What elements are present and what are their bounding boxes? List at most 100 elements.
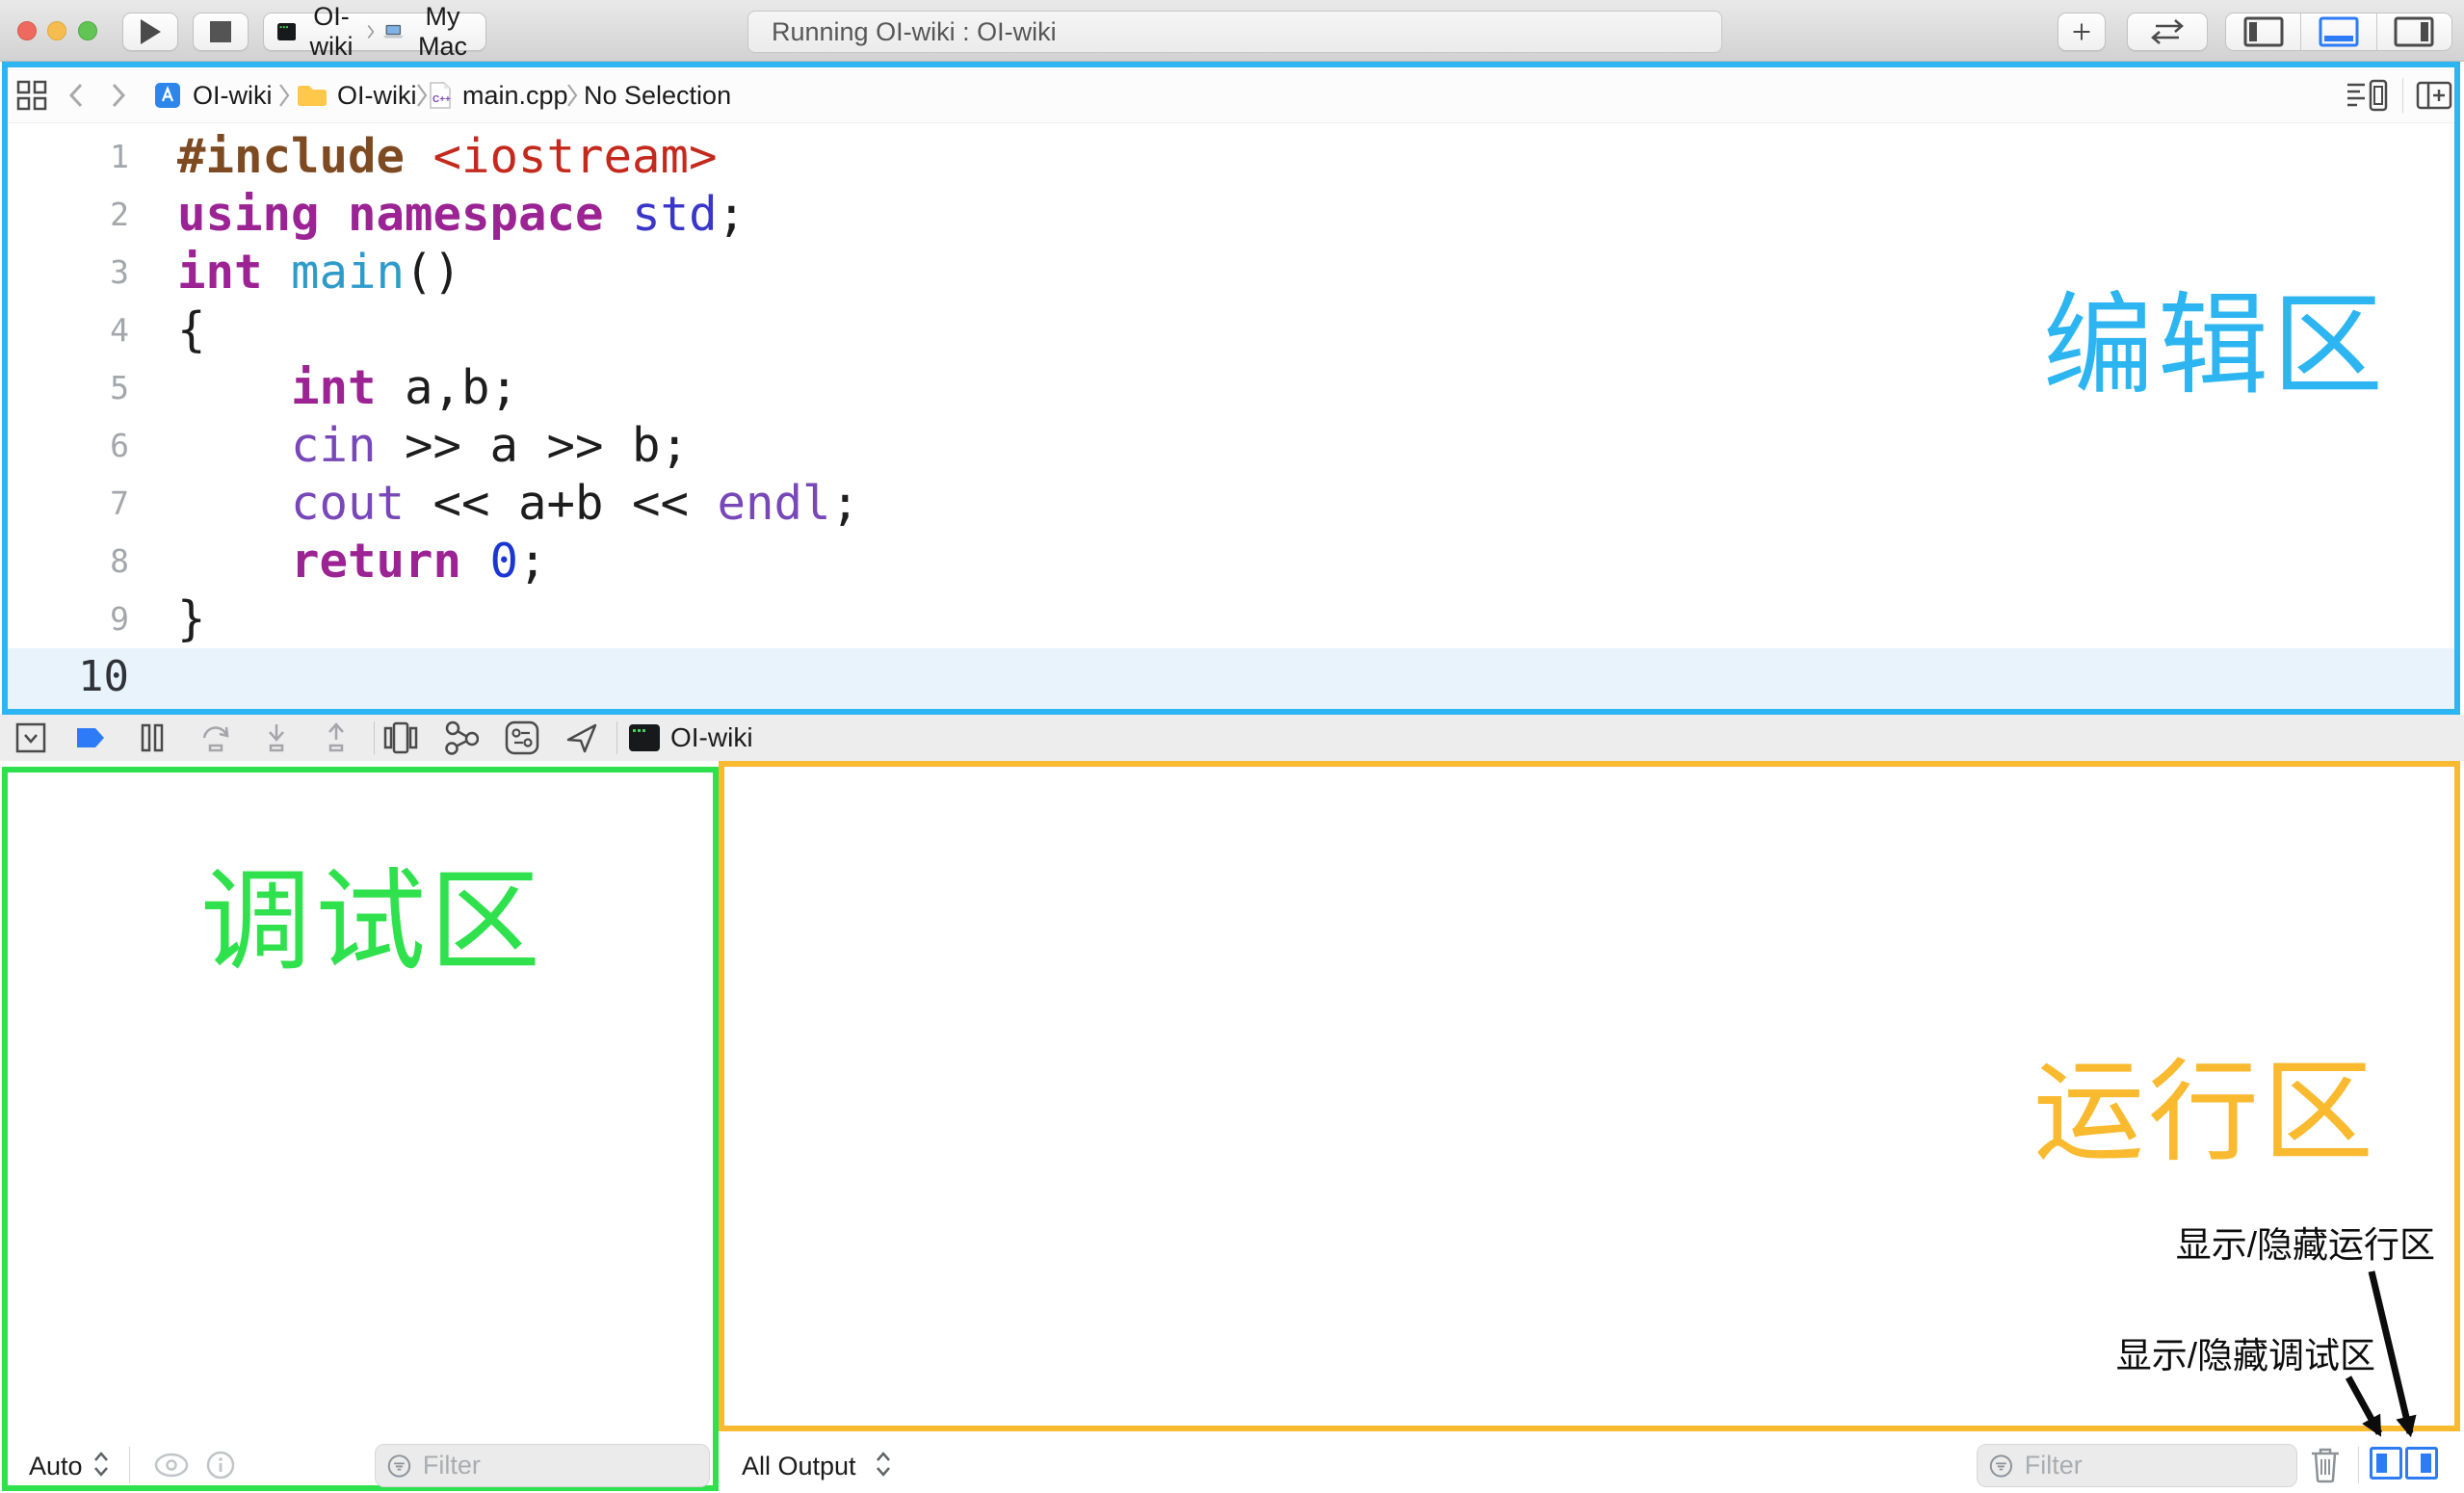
stop-button[interactable] (193, 13, 249, 51)
trash-icon (2308, 1445, 2343, 1483)
minimap-icon (2346, 79, 2388, 112)
pause-continue-button[interactable] (135, 715, 170, 761)
hide-debug-area-button[interactable] (13, 715, 48, 761)
console-area-annotation: 运行区 (2033, 1023, 2377, 1183)
console-output-selector[interactable]: All Output (742, 1452, 856, 1481)
toolbar-divider (616, 721, 617, 754)
bar-divider (2358, 1447, 2359, 1483)
console-filter-input[interactable] (2023, 1450, 2285, 1481)
xcode-project-icon (154, 82, 181, 109)
stop-icon (210, 21, 231, 42)
xcode-window: OI-wiki My Mac Running OI-wiki : OI-wiki (0, 0, 2464, 1493)
breadcrumb-folder[interactable]: OI-wiki (337, 67, 417, 123)
code-line-10[interactable]: 10 (8, 648, 2454, 709)
folder-icon (296, 83, 327, 108)
line-number: 10 (8, 648, 129, 706)
jumpbar-divider (2402, 78, 2403, 113)
debug-variables-area: 调试区 (2, 767, 719, 1491)
info-button[interactable] (206, 1451, 235, 1484)
line-number: 2 (8, 186, 129, 244)
clear-console-button[interactable] (2308, 1445, 2343, 1488)
code-line-6[interactable]: 6 cin >> a >> b; (8, 417, 2454, 475)
activity-viewer: Running OI-wiki : OI-wiki (747, 11, 1722, 53)
cpp-file-icon: C++ (429, 81, 452, 110)
breadcrumb-file[interactable]: main.cpp (462, 67, 568, 123)
minimize-window-button[interactable] (47, 21, 66, 40)
add-editor-button[interactable] (2416, 67, 2452, 123)
step-into-button[interactable] (259, 715, 294, 761)
debug-view-hierarchy-button[interactable] (383, 715, 418, 761)
breadcrumb-file-icon[interactable]: C++ (429, 67, 452, 123)
terminal-scheme-icon (277, 18, 296, 45)
variables-scope-selector[interactable]: Auto (29, 1452, 83, 1481)
process-name-label[interactable]: OI-wiki (670, 715, 753, 761)
step-over-button[interactable] (198, 715, 233, 761)
editor-area-annotation: 编辑区 (2043, 256, 2387, 416)
right-panel-icon (2394, 16, 2434, 47)
bar-divider (129, 1447, 130, 1483)
window-titlebar: OI-wiki My Mac Running OI-wiki : OI-wiki (0, 0, 2464, 62)
variables-filter-input[interactable] (421, 1450, 697, 1481)
line-number: 6 (8, 417, 129, 475)
code-line-9[interactable]: 9} (8, 590, 2454, 648)
related-items-grid-icon (15, 79, 48, 112)
scheme-selector[interactable]: OI-wiki My Mac (263, 13, 486, 51)
scope-selector-chevrons-icon[interactable] (92, 1450, 110, 1483)
show-hide-console-view-button[interactable] (2405, 1447, 2438, 1480)
step-into-icon (260, 722, 293, 753)
dock-chevron-icon (15, 722, 46, 753)
toggle-inspector-button[interactable] (2376, 13, 2451, 50)
toggle-navigator-button[interactable] (2226, 13, 2300, 50)
source-editor[interactable]: 1#include <iostream>2using namespace std… (8, 123, 2454, 709)
environment-overrides-button[interactable] (505, 715, 539, 761)
breadcrumb-selection[interactable]: No Selection (584, 67, 731, 123)
zoom-window-button[interactable] (78, 21, 97, 40)
adjust-editor-button[interactable] (2346, 67, 2388, 123)
location-arrow-icon (564, 720, 599, 755)
eye-icon (152, 1452, 191, 1479)
chevron-separator-icon (367, 20, 375, 43)
process-icon (628, 715, 661, 761)
toggle-debug-area-button[interactable] (2300, 13, 2375, 50)
pause-icon (140, 723, 165, 752)
breadcrumb-project[interactable]: OI-wiki (193, 67, 273, 123)
quicklook-button[interactable] (152, 1452, 191, 1483)
bottom-panel-icon-active (2319, 16, 2359, 47)
right-pane-fill-icon (2421, 1454, 2431, 1473)
breadcrumb-separator-icon (416, 67, 428, 123)
go-forward-button[interactable] (110, 67, 127, 123)
debug-toggle-callout: 显示/隐藏调试区 (2116, 1326, 2375, 1378)
overrides-icon (505, 720, 539, 755)
code-line-8[interactable]: 8 return 0; (8, 533, 2454, 590)
step-out-button[interactable] (319, 715, 354, 761)
left-pane-fill-icon (2376, 1454, 2387, 1473)
breakpoints-toggle-button[interactable] (73, 715, 108, 761)
close-window-button[interactable] (17, 21, 37, 40)
step-out-icon (320, 722, 353, 753)
show-hide-debug-view-button[interactable] (2370, 1447, 2402, 1480)
variables-filter-field[interactable] (375, 1444, 710, 1487)
breadcrumb-separator-icon (566, 67, 578, 123)
breadcrumb-project-icon[interactable] (154, 67, 181, 123)
add-button[interactable] (2058, 13, 2106, 51)
breakpoint-flag-icon (75, 726, 106, 749)
panel-toggle-group (2225, 13, 2452, 51)
editor-mode-button[interactable] (2127, 13, 2208, 51)
line-number: 4 (8, 301, 129, 359)
go-back-button[interactable] (67, 67, 85, 123)
simulate-location-button[interactable] (564, 715, 599, 761)
breadcrumb-folder-icon[interactable] (296, 67, 327, 123)
code-line-1[interactable]: 1#include <iostream> (8, 128, 2454, 186)
console-filter-field[interactable] (1977, 1444, 2297, 1487)
related-items-button[interactable] (15, 67, 48, 123)
run-button[interactable] (122, 13, 178, 51)
chevron-right-icon (110, 82, 127, 109)
output-selector-chevrons-icon[interactable] (875, 1450, 892, 1483)
code-line-7[interactable]: 7 cout << a+b << endl; (8, 475, 2454, 533)
scheme-project-label: OI-wiki (305, 2, 356, 62)
debug-memory-graph-button[interactable] (444, 715, 479, 761)
code-line-2[interactable]: 2using namespace std; (8, 186, 2454, 244)
add-editor-icon (2416, 81, 2452, 110)
debug-area-annotation: 调试区 (200, 832, 544, 992)
jump-bar: OI-wiki OI-wiki C++ main.cpp (8, 67, 2454, 123)
